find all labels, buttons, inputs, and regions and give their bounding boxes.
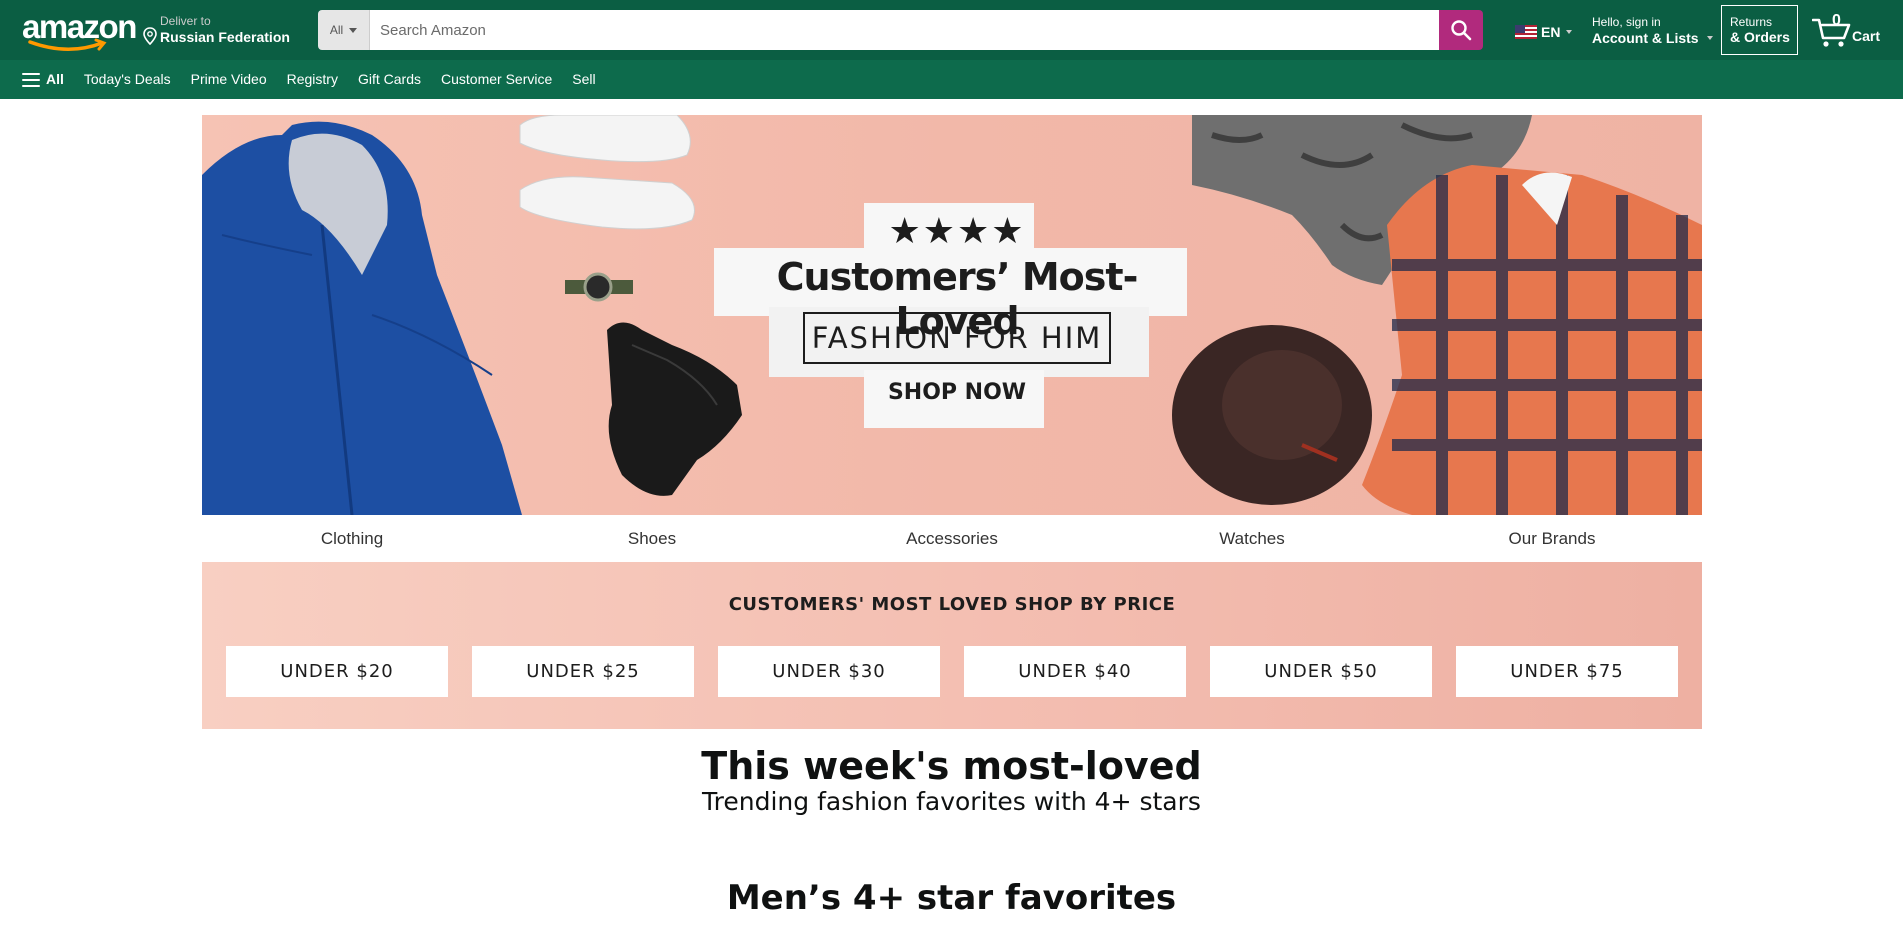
- deliver-to[interactable]: Deliver to Russian Federation: [142, 14, 290, 50]
- category-link-watches[interactable]: Watches: [1102, 515, 1402, 562]
- fedora-hat-image: [1172, 325, 1372, 505]
- search-bar: All: [318, 10, 1483, 50]
- location-pin-icon: [143, 27, 157, 45]
- price-button-under-25[interactable]: UNDER $25: [472, 646, 694, 697]
- nav-link-todays-deals[interactable]: Today's Deals: [74, 60, 181, 99]
- nav-link-sell[interactable]: Sell: [562, 60, 605, 99]
- account-menu[interactable]: Hello, sign in Account & Lists: [1592, 15, 1713, 47]
- shop-by-price-band: CUSTOMERS' MOST LOVED SHOP BY PRICE UNDE…: [202, 562, 1702, 729]
- hero-stars: ★★★★: [888, 210, 1026, 251]
- smile-icon: [28, 38, 107, 51]
- shop-by-price-title: CUSTOMERS' MOST LOVED SHOP BY PRICE: [728, 594, 1176, 615]
- nav-top: amazon Deliver to Russian Federation All…: [0, 0, 1903, 60]
- search-category-label: All: [329, 23, 344, 37]
- category-links: Clothing Shoes Accessories Watches Our B…: [202, 515, 1702, 562]
- orders-label: & Orders: [1730, 29, 1790, 45]
- price-button-under-75[interactable]: UNDER $75: [1456, 646, 1678, 697]
- nav-link-gift-cards[interactable]: Gift Cards: [348, 60, 431, 99]
- us-flag-icon: [1515, 25, 1537, 39]
- search-input[interactable]: [370, 10, 1439, 50]
- gloves-image: [607, 322, 742, 496]
- account-label: Account & Lists: [1592, 30, 1699, 46]
- week-heading: This week's most-loved: [701, 744, 1202, 788]
- cart-button[interactable]: 0 Cart: [1812, 12, 1892, 48]
- hero-subtitle: FASHION FOR HIM: [803, 312, 1111, 364]
- returns-label: Returns: [1730, 15, 1773, 29]
- language-selector[interactable]: EN: [1515, 24, 1573, 40]
- hero-banner[interactable]: ★★★★ Customers’ Most-Loved FASHION FOR H…: [202, 115, 1702, 515]
- men-favorites-heading: Men’s 4+ star favorites: [726, 878, 1177, 918]
- price-button-under-50[interactable]: UNDER $50: [1210, 646, 1432, 697]
- nav-link-prime-video[interactable]: Prime Video: [181, 60, 277, 99]
- hero-shop-now-link[interactable]: SHOP NOW: [847, 380, 1067, 405]
- category-link-our-brands[interactable]: Our Brands: [1402, 515, 1702, 562]
- search-icon: [1451, 20, 1472, 41]
- category-link-shoes[interactable]: Shoes: [502, 515, 802, 562]
- category-link-accessories[interactable]: Accessories: [802, 515, 1102, 562]
- watch-image: [565, 272, 633, 302]
- jacket-image: [202, 121, 522, 515]
- all-menu-button[interactable]: All: [22, 60, 74, 99]
- caret-down-icon: [1706, 36, 1713, 40]
- cart-count: 0: [1832, 12, 1841, 29]
- cart-label: Cart: [1852, 28, 1881, 44]
- price-button-under-30[interactable]: UNDER $30: [718, 646, 940, 697]
- amazon-logo[interactable]: amazon: [22, 10, 137, 52]
- all-label: All: [46, 71, 64, 87]
- nav-link-registry[interactable]: Registry: [277, 60, 348, 99]
- nav-secondary: All Today's Deals Prime Video Registry G…: [0, 60, 1903, 99]
- sneakers-image: [519, 115, 695, 230]
- week-subheading: Trending fashion favorites with 4+ stars: [702, 787, 1201, 816]
- caret-down-icon: [349, 27, 358, 33]
- nav-link-customer-service[interactable]: Customer Service: [431, 60, 562, 99]
- caret-down-icon: [1566, 30, 1573, 34]
- price-button-under-40[interactable]: UNDER $40: [964, 646, 1186, 697]
- plaid-shirt-image: [1362, 165, 1702, 515]
- returns-orders[interactable]: Returns & Orders: [1721, 5, 1798, 55]
- deliver-location: Russian Federation: [160, 29, 290, 45]
- search-button[interactable]: [1439, 10, 1483, 50]
- category-link-clothing[interactable]: Clothing: [202, 515, 502, 562]
- account-label-row: Account & Lists: [1592, 29, 1713, 47]
- search-category-dropdown[interactable]: All: [318, 10, 370, 50]
- language-label: EN: [1541, 24, 1561, 40]
- deliver-label: Deliver to: [160, 14, 211, 28]
- account-greeting: Hello, sign in: [1592, 15, 1661, 29]
- price-button-under-20[interactable]: UNDER $20: [226, 646, 448, 697]
- hamburger-icon: [22, 72, 40, 87]
